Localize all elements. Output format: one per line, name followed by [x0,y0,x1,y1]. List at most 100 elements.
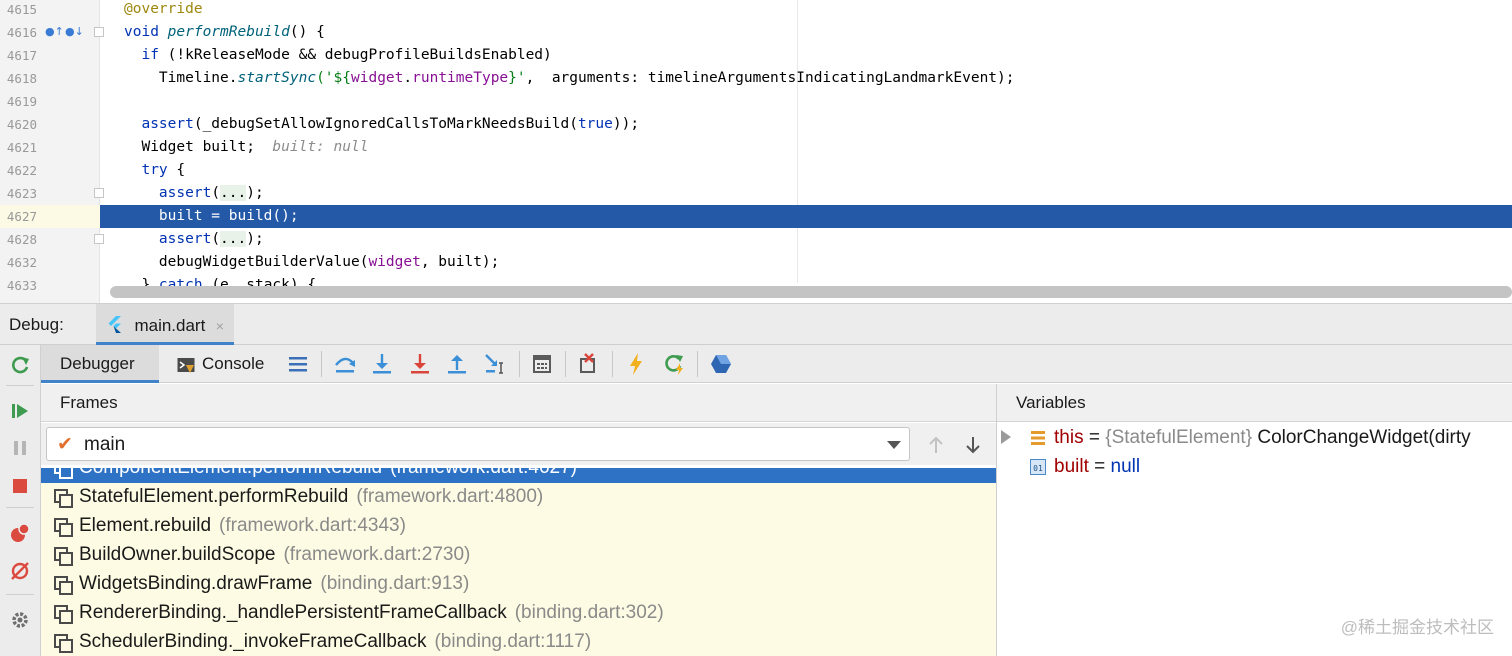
code-token: if [124,47,168,63]
code-text: if (!kReleaseMode && debugProfileBuildsE… [124,44,551,67]
code-line[interactable]: 4617 if (!kReleaseMode && debugProfileBu… [0,44,1512,67]
flutter-icon [108,316,121,333]
code-token: assert [124,231,212,247]
dart-devtools-icon[interactable] [707,350,735,378]
resume-icon[interactable] [6,397,34,425]
variables-header-label: Variables [1016,393,1086,412]
stack-frame-icon [54,518,73,537]
frame-row[interactable]: Element.rebuild (framework.dart:4343) [41,512,996,541]
variable-row-this[interactable]: this = {StatefulElement} ColorChangeWidg… [997,424,1512,453]
code-token: try [124,162,177,178]
code-line[interactable]: 4623 assert(...); [0,182,1512,205]
overridden-icon[interactable]: ●↓ [65,26,84,38]
stack-frame-icon [54,576,73,595]
code-token: Widget built; [124,139,273,155]
variable-value: ColorChangeWidget(dirty [1252,427,1471,448]
console-icon [177,358,195,373]
drop-frame-icon[interactable] [575,350,603,378]
code-line[interactable]: 4620 assert(_debugSetAllowIgnoredCallsTo… [0,113,1512,136]
frame-row[interactable]: ComponentElement.performRebuild (framewor… [41,468,996,483]
line-number: 4621 [6,140,37,155]
thread-name: main [84,434,126,455]
run-config-tab-label: main.dart [134,316,206,335]
code-token: widget [368,254,421,270]
stack-frame-icon [54,605,73,624]
step-over-icon[interactable] [331,350,359,378]
code-line[interactable]: 4618 Timeline.startSync('${widget.runtim… [0,67,1512,90]
fold-marker-icon[interactable] [94,27,104,37]
line-number: 4619 [6,94,37,109]
settings-icon[interactable] [6,606,34,634]
code-text: try { [124,159,185,182]
force-step-into-icon[interactable] [406,350,434,378]
frame-row[interactable]: RendererBinding._handlePersistentFrameCa… [41,599,996,628]
code-line[interactable]: 4628 assert(...); [0,228,1512,251]
code-token: assert [124,185,212,201]
code-token: void [124,24,168,40]
frame-row[interactable]: SchedulerBinding._invokeFrameCallback (bi… [41,628,996,656]
code-line[interactable]: 4619 [0,90,1512,113]
code-token: , built); [420,254,500,270]
expand-arrow-icon[interactable] [1001,430,1011,444]
tab-console-label: Console [202,354,265,373]
rerun-icon[interactable] [6,351,34,379]
step-into-icon[interactable] [368,350,396,378]
frame-row[interactable]: StatefulElement.performRebuild (framework… [41,483,996,512]
run-config-tab[interactable]: main.dart × [96,304,234,345]
code-token: ( [211,185,221,201]
code-line[interactable]: 4615 @override [0,0,1512,21]
code-editor[interactable]: 4615 @override 4616 void performRebuild() {… [0,0,1512,303]
run-to-cursor-icon[interactable] [481,350,509,378]
code-token: ('${ [316,70,351,86]
code-text: assert(...); [124,182,264,205]
code-token: ... [220,185,247,201]
stack-frame-icon [54,468,73,479]
frame-row[interactable]: BuildOwner.buildScope (framework.dart:273… [41,541,996,570]
code-line-current[interactable]: 4627 built = build(); [0,205,1512,228]
line-number: 4615 [6,2,37,17]
previous-frame-arrow-icon[interactable] [925,434,947,456]
show-execution-point-icon[interactable] [284,350,312,378]
line-number: 4633 [6,278,37,293]
stop-icon[interactable] [6,472,34,500]
frame-location: (framework.dart:2730) [283,544,471,565]
mute-breakpoints-icon[interactable] [6,557,34,585]
close-tab-icon[interactable]: × [216,318,224,334]
fold-marker-icon[interactable] [94,234,104,244]
pause-icon[interactable] [6,434,34,462]
tab-debugger[interactable]: Debugger [41,345,159,383]
tab-console[interactable]: Console [174,345,274,383]
code-token: (_debugSetAllowIgnoredCallsToMarkNeedsBu… [193,116,578,132]
frame-method: Element.rebuild [79,515,212,536]
horizontal-scrollbar[interactable] [110,286,1512,298]
code-token: @override [124,1,203,17]
frame-method: SchedulerBinding._invokeFrameCallback [79,631,427,652]
code-token: ); [246,231,264,247]
step-out-icon[interactable] [443,350,471,378]
line-number: 4620 [6,117,37,132]
frame-location: (binding.dart:913) [320,573,470,594]
variables-panel: Variables this = {StatefulElement} Color… [996,384,1512,656]
line-number: 4632 [6,255,37,270]
variable-value: null [1110,456,1141,477]
hot-restart-icon[interactable] [660,350,688,378]
code-token: built = build(); [124,208,299,224]
evaluate-expression-icon[interactable] [528,350,556,378]
code-line[interactable]: 4632 debugWidgetBuilderValue(widget, bui… [0,251,1512,274]
code-line[interactable]: 4621 Widget built; built: null [0,136,1512,159]
frames-header: Frames [41,384,996,422]
frame-list[interactable]: ComponentElement.performRebuild (framewor… [41,468,996,656]
variable-row-built[interactable]: 01 built = null [997,453,1512,482]
code-line[interactable]: 4622 try { [0,159,1512,182]
code-line[interactable]: 4616 void performRebuild() {●↑ ●↓ [0,21,1512,44]
next-frame-arrow-icon[interactable] [962,434,984,456]
line-number: 4618 [6,71,37,86]
overrides-icon[interactable]: ●↑ [45,26,64,38]
frame-row[interactable]: WidgetsBinding.drawFrame (binding.dart:91… [41,570,996,599]
thread-dropdown[interactable]: ✔ main [46,427,910,461]
hot-reload-icon[interactable] [622,350,650,378]
code-token: assert [124,116,194,132]
fold-marker-icon[interactable] [94,188,104,198]
view-breakpoints-icon[interactable] [6,519,34,547]
field-icon [1031,431,1045,445]
